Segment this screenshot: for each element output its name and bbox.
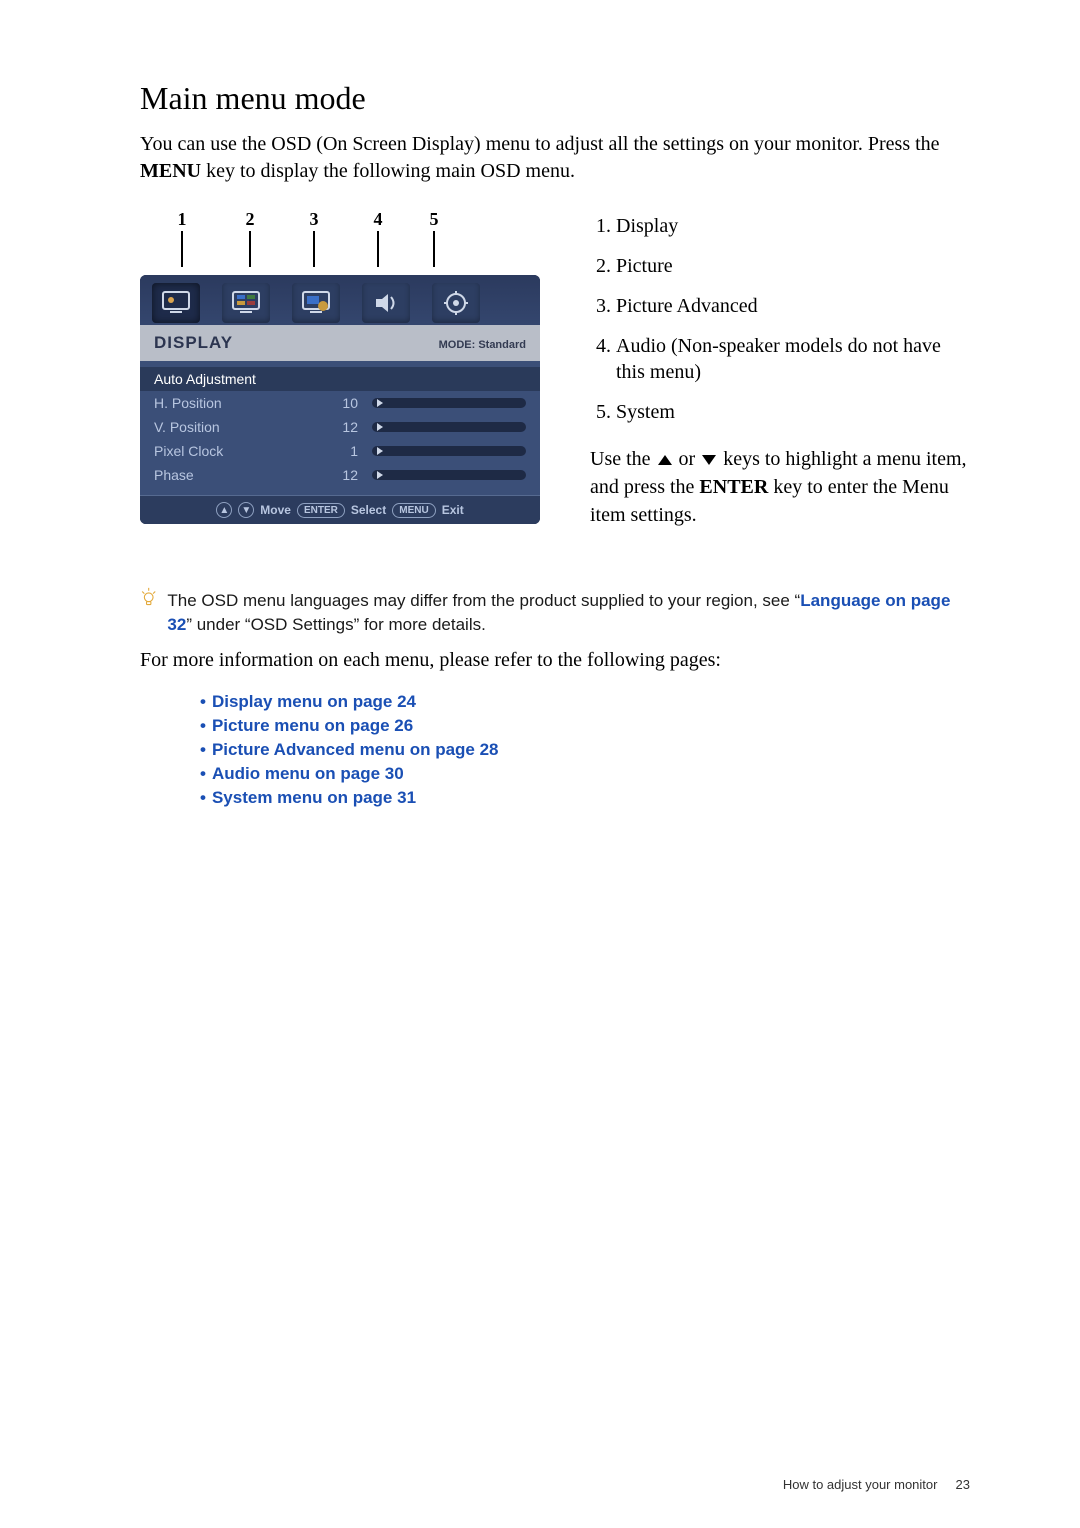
display-icon (161, 289, 191, 317)
page: Main menu mode You can use the OSD (On S… (0, 0, 1080, 1528)
hint-bulb-icon (140, 583, 157, 613)
osd-item-label: H. Position (154, 395, 322, 411)
callout-1-label: 1 (178, 209, 187, 229)
legend-item-display: Display (616, 213, 970, 239)
osd-footer: ▲ ▼ Move ENTER Select MENU Exit (140, 495, 540, 524)
intro-paragraph: You can use the OSD (On Screen Display) … (140, 131, 970, 185)
ref-picture: Picture menu on page 26 (200, 716, 970, 736)
intro-text-2: key to display the following main OSD me… (201, 160, 575, 182)
use-keys-or: or (674, 448, 701, 470)
osd-panel: DISPLAY MODE: Standard Auto Adjustment H… (140, 275, 540, 524)
page-footer: How to adjust your monitor 23 (783, 1477, 970, 1492)
callout-line (313, 231, 315, 267)
use-keys-paragraph: Use the or keys to highlight a menu item… (590, 445, 970, 529)
callout-2-label: 2 (246, 209, 255, 229)
key-down-icon: ▼ (238, 502, 254, 518)
osd-item-label: Pixel Clock (154, 443, 322, 459)
osd-item-h-position[interactable]: H. Position 10 (140, 391, 540, 415)
osd-tab-audio[interactable] (362, 283, 410, 323)
legend-item-picture-advanced: Picture Advanced (616, 293, 970, 319)
osd-item-label: V. Position (154, 419, 322, 435)
osd-item-value: 12 (322, 419, 358, 435)
picture-advanced-menu-link[interactable]: Picture Advanced menu on page 28 (212, 740, 499, 759)
osd-item-label: Phase (154, 467, 322, 483)
osd-item-value: 1 (322, 443, 358, 459)
osd-footer-exit: Exit (442, 503, 464, 517)
callout-line (181, 231, 183, 267)
note-text-1: The OSD menu languages may differ from t… (167, 591, 800, 610)
callout-3-label: 3 (310, 209, 319, 229)
right-column: Display Picture Picture Advanced Audio (… (590, 209, 970, 549)
footer-text: How to adjust your monitor (783, 1477, 938, 1492)
ref-display: Display menu on page 24 (200, 692, 970, 712)
use-keys-text-1: Use the (590, 448, 656, 470)
callout-line (377, 231, 379, 267)
key-menu-icon: MENU (392, 503, 435, 518)
footer-page-number: 23 (956, 1477, 970, 1492)
audio-icon (371, 289, 401, 317)
note-text: The OSD menu languages may differ from t… (167, 589, 970, 637)
osd-item-value: 10 (322, 395, 358, 411)
note-block: The OSD menu languages may differ from t… (140, 589, 970, 637)
osd-item-list: Auto Adjustment H. Position 10 V. Positi… (140, 361, 540, 495)
osd-item-value: 12 (322, 467, 358, 483)
note-text-2: ” under “OSD Settings” for more details. (186, 615, 486, 634)
osd-tab-strip (140, 275, 540, 325)
osd-tab-system[interactable] (432, 283, 480, 323)
system-icon (441, 289, 471, 317)
ref-picture-advanced: Picture Advanced menu on page 28 (200, 740, 970, 760)
osd-tab-picture[interactable] (222, 283, 270, 323)
key-enter-icon: ENTER (297, 503, 345, 518)
key-up-icon: ▲ (216, 502, 232, 518)
legend-item-picture: Picture (616, 253, 970, 279)
legend-item-audio: Audio (Non-speaker models do not have th… (616, 333, 970, 385)
osd-tab-picture-advanced[interactable] (292, 283, 340, 323)
legend-item-system: System (616, 399, 970, 425)
osd-header-title: DISPLAY (154, 333, 233, 353)
columns: 1 2 3 4 5 (140, 209, 970, 549)
osd-item-phase[interactable]: Phase 12 (140, 463, 540, 487)
display-menu-link[interactable]: Display menu on page 24 (212, 692, 416, 711)
callout-4: 4 (368, 209, 388, 230)
callout-3: 3 (304, 209, 324, 230)
osd-footer-move: Move (260, 503, 291, 517)
up-triangle-icon (658, 455, 672, 465)
osd-header: DISPLAY MODE: Standard (140, 325, 540, 361)
osd-item-pixel-clock[interactable]: Pixel Clock 1 (140, 439, 540, 463)
osd-item-label: Auto Adjustment (154, 371, 322, 387)
picture-icon (231, 289, 261, 317)
callout-4-label: 4 (374, 209, 383, 229)
intro-menu-key: MENU (140, 160, 201, 182)
osd-slider[interactable] (372, 398, 526, 408)
callout-5-label: 5 (430, 209, 439, 229)
osd-item-auto-adjustment[interactable]: Auto Adjustment (140, 367, 540, 391)
after-note-paragraph: For more information on each menu, pleas… (140, 649, 970, 672)
intro-text-1: You can use the OSD (On Screen Display) … (140, 133, 940, 155)
osd-header-mode: MODE: Standard (439, 339, 526, 351)
osd-slider[interactable] (372, 422, 526, 432)
osd-item-v-position[interactable]: V. Position 12 (140, 415, 540, 439)
callout-row: 1 2 3 4 5 (140, 209, 540, 275)
system-menu-link[interactable]: System menu on page 31 (212, 788, 416, 807)
down-triangle-icon (702, 455, 716, 465)
picture-menu-link[interactable]: Picture menu on page 26 (212, 716, 413, 735)
osd-slider[interactable] (372, 446, 526, 456)
page-title: Main menu mode (140, 80, 970, 117)
ref-system: System menu on page 31 (200, 788, 970, 808)
osd-footer-select: Select (351, 503, 386, 517)
callout-line (433, 231, 435, 267)
audio-menu-link[interactable]: Audio menu on page 30 (212, 764, 404, 783)
osd-slider[interactable] (372, 470, 526, 480)
callout-1: 1 (172, 209, 192, 230)
callout-5: 5 (424, 209, 444, 230)
callout-line (249, 231, 251, 267)
ref-audio: Audio menu on page 30 (200, 764, 970, 784)
callout-2: 2 (240, 209, 260, 230)
osd-tab-display[interactable] (152, 283, 200, 323)
menu-ref-list: Display menu on page 24 Picture menu on … (140, 692, 970, 808)
menu-legend-list: Display Picture Picture Advanced Audio (… (590, 213, 970, 425)
use-keys-enter-key: ENTER (699, 476, 768, 498)
picture-advanced-icon (301, 289, 331, 317)
left-column: 1 2 3 4 5 (140, 209, 540, 524)
